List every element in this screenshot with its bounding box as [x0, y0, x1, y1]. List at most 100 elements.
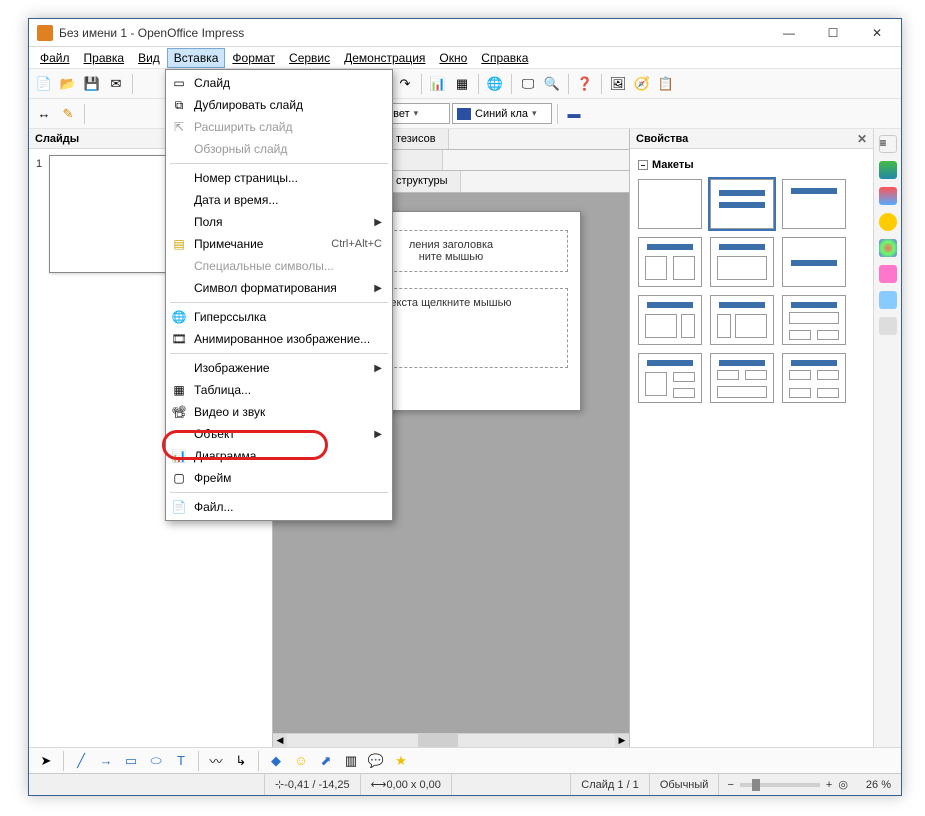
- table-button[interactable]: ▦: [451, 73, 473, 95]
- close-button[interactable]: ✕: [855, 19, 899, 47]
- menu-edit[interactable]: Правка: [77, 48, 132, 68]
- toolbar-separator: [421, 74, 422, 94]
- layout-two-content[interactable]: [638, 237, 702, 287]
- arrow-button[interactable]: ↔: [33, 103, 55, 125]
- block-arrows-tool[interactable]: ⬈: [315, 750, 337, 772]
- layout-title-only[interactable]: [782, 179, 846, 229]
- slide-transition-icon[interactable]: [879, 239, 897, 257]
- menu-item-duplicate-slide[interactable]: ⧉ Дублировать слайд: [166, 94, 392, 116]
- menu-item-table[interactable]: ▦ Таблица...: [166, 379, 392, 401]
- zoom-fit-icon[interactable]: ◎: [838, 778, 848, 791]
- menu-item-video-audio[interactable]: 📽 Видео и звук: [166, 401, 392, 423]
- collapse-icon[interactable]: −: [638, 160, 648, 170]
- layouts-grid: [638, 175, 865, 403]
- curve-tool[interactable]: 〰: [205, 750, 227, 772]
- zoom-out-icon[interactable]: −: [727, 779, 733, 791]
- menu-separator: [170, 302, 388, 303]
- redo-button[interactable]: ↷: [394, 73, 416, 95]
- text-tool[interactable]: T: [170, 750, 192, 772]
- shadow-button[interactable]: ▬: [563, 103, 585, 125]
- zoom-control[interactable]: − + ◎: [719, 778, 855, 791]
- line-tool[interactable]: ╱: [70, 750, 92, 772]
- menu-view[interactable]: Вид: [131, 48, 167, 68]
- menu-item-formatting-mark[interactable]: Символ форматирования ▶: [166, 277, 392, 299]
- menu-item-animated-image[interactable]: 🎞 Анимированное изображение...: [166, 328, 392, 350]
- layout-blank[interactable]: [638, 179, 702, 229]
- menu-item-image[interactable]: Изображение ▶: [166, 357, 392, 379]
- master-pages-icon[interactable]: [879, 187, 897, 205]
- flowchart-tool[interactable]: ▥: [340, 750, 362, 772]
- layout-content-only[interactable]: [710, 237, 774, 287]
- chart-button[interactable]: 📊: [427, 73, 449, 95]
- minimize-button[interactable]: —: [767, 19, 811, 47]
- layout-four[interactable]: [782, 353, 846, 403]
- properties-icon[interactable]: [879, 161, 897, 179]
- scroll-left-icon[interactable]: ◀: [273, 734, 287, 747]
- select-tool[interactable]: ➤: [35, 750, 57, 772]
- menu-insert[interactable]: Вставка: [167, 48, 226, 68]
- menu-item-fields[interactable]: Поля ▶: [166, 211, 392, 233]
- layouts-section-header[interactable]: − Макеты: [638, 155, 865, 175]
- symbol-shapes-tool[interactable]: ☺: [290, 750, 312, 772]
- layout-centered[interactable]: [782, 237, 846, 287]
- custom-animation-icon[interactable]: [879, 213, 897, 231]
- menu-item-object[interactable]: Объект ▶: [166, 423, 392, 445]
- gallery-button[interactable]: 🖼: [607, 73, 629, 95]
- menu-help[interactable]: Справка: [474, 48, 535, 68]
- menu-item-note[interactable]: ▤ Примечание Ctrl+Alt+C: [166, 233, 392, 255]
- horizontal-scrollbar[interactable]: ◀ ▶: [273, 733, 629, 747]
- layout-three[interactable]: [638, 353, 702, 403]
- hyperlink-button[interactable]: 🌐: [484, 73, 506, 95]
- slideshow-button[interactable]: 🖵: [517, 73, 539, 95]
- layout-top-big[interactable]: [782, 295, 846, 345]
- panel-close-icon[interactable]: ✕: [857, 132, 867, 146]
- layout-left-big[interactable]: [638, 295, 702, 345]
- rect-tool[interactable]: ▭: [120, 750, 142, 772]
- menu-item-frame[interactable]: ▢ Фрейм: [166, 467, 392, 489]
- menu-item-slide-label: Слайд: [194, 76, 230, 90]
- insert-menu-dropdown: ▭ Слайд ⧉ Дублировать слайд ⇱ Расширить …: [165, 69, 393, 521]
- menu-item-chart[interactable]: 📊 Диаграмма...: [166, 445, 392, 467]
- arrow-tool[interactable]: →: [95, 750, 117, 772]
- navigator-button[interactable]: 🧭: [631, 73, 653, 95]
- scroll-right-icon[interactable]: ▶: [615, 734, 629, 747]
- gallery-icon[interactable]: [879, 291, 897, 309]
- menu-item-page-number[interactable]: Номер страницы...: [166, 167, 392, 189]
- layout-right-big[interactable]: [710, 295, 774, 345]
- save-button[interactable]: 💾: [81, 73, 103, 95]
- menu-item-special-chars-label: Специальные символы...: [194, 259, 334, 273]
- zoom-in-icon[interactable]: +: [826, 779, 832, 791]
- open-button[interactable]: 📂: [57, 73, 79, 95]
- menu-window[interactable]: Окно: [432, 48, 474, 68]
- zoom-percent[interactable]: 26 %: [856, 774, 901, 795]
- menu-format[interactable]: Формат: [225, 48, 282, 68]
- star-tool[interactable]: ★: [390, 750, 412, 772]
- layout-bottom-big[interactable]: [710, 353, 774, 403]
- maximize-button[interactable]: ☐: [811, 19, 855, 47]
- menu-item-file[interactable]: 📄 Файл...: [166, 496, 392, 518]
- menu-item-hyperlink[interactable]: 🌐 Гиперссылка: [166, 306, 392, 328]
- basic-shapes-tool[interactable]: ◆: [265, 750, 287, 772]
- menu-file-label: Файл: [40, 51, 70, 65]
- menu-slideshow[interactable]: Демонстрация: [337, 48, 432, 68]
- menu-tools[interactable]: Сервис: [282, 48, 337, 68]
- menu-file[interactable]: Файл: [33, 48, 77, 68]
- menu-item-date-time[interactable]: Дата и время...: [166, 189, 392, 211]
- ellipse-tool[interactable]: ⬭: [145, 750, 167, 772]
- fill-color-combo[interactable]: Синий кла▾: [452, 103, 552, 124]
- email-button[interactable]: ✉: [105, 73, 127, 95]
- styles-button[interactable]: 📋: [655, 73, 677, 95]
- find-button[interactable]: 🔍: [541, 73, 563, 95]
- layout-title-content[interactable]: [710, 179, 774, 229]
- line-style-button[interactable]: ✎: [57, 103, 79, 125]
- zoom-slider[interactable]: [740, 783, 820, 787]
- help-button[interactable]: ❓: [574, 73, 596, 95]
- menu-item-slide[interactable]: ▭ Слайд: [166, 72, 392, 94]
- connector-tool[interactable]: ↳: [230, 750, 252, 772]
- new-button[interactable]: 📄: [33, 73, 55, 95]
- callout-tool[interactable]: 💬: [365, 750, 387, 772]
- styles-icon[interactable]: [879, 265, 897, 283]
- navigator-icon[interactable]: [879, 317, 897, 335]
- toolbar-separator: [601, 74, 602, 94]
- sidebar-menu-icon[interactable]: ≡: [879, 135, 897, 153]
